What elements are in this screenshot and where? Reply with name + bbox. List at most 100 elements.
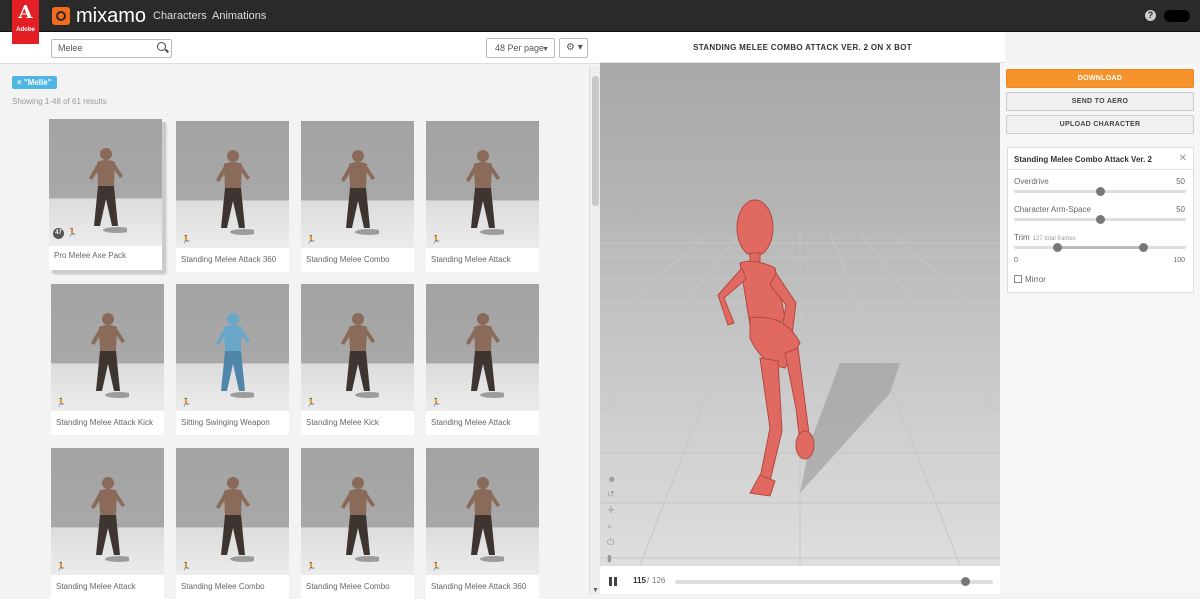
search-input[interactable]: Melee [51,39,172,58]
mixamo-logo[interactable]: mixamo [52,5,146,27]
character-figure [216,477,254,562]
per-page-select[interactable]: 48 Per page ▼ [486,38,555,58]
animation-properties: Standing Melee Combo Attack Ver. 2 ✕ Ove… [1007,147,1194,293]
download-button[interactable]: DOWNLOAD [1006,69,1194,88]
animation-card-label: Sitting Swinging Weapon [181,418,270,427]
nav-characters[interactable]: Characters [153,0,207,32]
send-to-aero-button[interactable]: SEND TO AERO [1006,92,1194,111]
actions-panel: DOWNLOAD SEND TO AERO UPLOAD CHARACTER [1000,63,1200,594]
timeline-handle[interactable] [961,577,971,586]
help-icon[interactable]: ? [1145,10,1156,21]
trim-label: Trim 127 total frames [1014,233,1076,242]
overdrive-handle[interactable] [1096,187,1105,196]
pause-icon[interactable] [609,577,617,586]
animation-thumbnail [51,448,164,575]
adobe-logo[interactable]: A Adobe [12,0,39,44]
animation-thumbnail [49,119,162,246]
3d-viewport[interactable] [600,63,1000,565]
mirror-checkbox[interactable] [1014,275,1022,283]
skeleton-icon[interactable]: ☻ [607,474,619,484]
animation-thumbnail [301,121,414,248]
animation-card-label: Standing Melee Attack [431,418,511,427]
total-frames: 126 [652,576,666,585]
viewer-title: STANDING MELEE COMBO ATTACK VER. 2 ON X … [600,32,1005,63]
pan-icon[interactable]: ✛ [607,505,619,516]
settings-dropdown[interactable]: ⚙ ▾ [559,38,588,58]
current-frame: 115 [633,576,646,585]
animation-card[interactable]: 🏃 Standing Melee Attack [51,448,164,599]
upload-character-button[interactable]: UPLOAD CHARACTER [1006,115,1194,134]
scroll-thumb[interactable] [592,76,599,206]
animation-card-label: Standing Melee Kick [306,418,379,427]
scroll-down-icon[interactable]: ▼ [592,587,599,594]
animation-card[interactable]: 🏃 Sitting Swinging Weapon [176,284,289,435]
adobe-icon: A [18,2,33,23]
results-count: Showing 1-48 of 61 results [12,97,107,106]
animation-card[interactable]: 🏃 Standing Melee Combo [301,448,414,599]
animation-card[interactable]: 🏃 Standing Melee Attack Kick [51,284,164,435]
playback-bar: 115 / 126 [600,565,1000,594]
divider [1008,169,1193,170]
animation-card-label: Standing Melee Combo [306,582,390,591]
per-page-value: 48 Per page [495,43,545,53]
animation-icon: 🏃 [181,562,191,571]
animation-thumbnail [426,448,539,575]
character-figure [91,313,129,398]
animation-icon: 🏃 [306,562,316,571]
character-figure [91,477,129,562]
filter-tag[interactable]: × "Melle" [12,76,57,89]
trim-slider[interactable] [1014,243,1186,252]
search-icon[interactable] [157,42,166,51]
animation-thumbnail [176,448,289,575]
arm-space-value: 50 [1176,205,1185,214]
properties-title: Standing Melee Combo Attack Ver. 2 [1014,155,1152,164]
frame-separator: / [647,576,650,585]
arm-space-slider[interactable] [1014,215,1186,224]
overdrive-slider[interactable] [1014,187,1186,196]
animation-browser: Melee 48 Per page ▼ ⚙ ▾ × "Melle" Showin… [0,32,600,599]
animation-card[interactable]: 🏃 Standing Melee Combo [176,448,289,599]
reset-icon[interactable]: ⏻ [607,537,619,548]
character-figure [466,477,504,562]
animation-icon: 🏃 [306,235,316,244]
nav-animations[interactable]: Animations [212,0,266,32]
avatar[interactable] [1164,10,1190,22]
animation-card[interactable]: 🏃 Standing Melee Combo [301,121,414,272]
animation-thumbnail [176,284,289,411]
animation-icon: 🏃 [181,398,191,407]
character-figure [216,150,254,235]
arm-space-handle[interactable] [1096,215,1105,224]
timeline-slider[interactable] [675,577,993,586]
animation-card[interactable]: 🏃 Standing Melee Attack 360 [176,121,289,272]
animation-icon: 🏃 [181,235,191,244]
viewport-tools: ☻ ↺ ✛ ⌕ ⏻ ▮ [607,474,619,564]
trim-range [1057,246,1143,249]
animation-card[interactable]: 47 🏃 Pro Melee Axe Pack [49,119,162,270]
animation-card[interactable]: 🏃 Standing Melee Kick [301,284,414,435]
character-figure [89,148,127,233]
animation-thumbnail [301,448,414,575]
animation-card-label: Standing Melee Attack Kick [56,418,153,427]
app-name: mixamo [76,5,147,27]
character-figure [341,477,379,562]
animation-card[interactable]: 🏃 Standing Melee Attack [426,284,539,435]
trim-min: 0 [1014,257,1018,264]
rotate-icon[interactable]: ↺ [607,489,619,500]
scrollbar[interactable]: ▼ [589,66,600,594]
arm-space-label: Character Arm-Space [1014,205,1091,214]
character-figure [466,313,504,398]
close-icon[interactable]: ✕ [1179,153,1187,164]
animation-card[interactable]: 🏃 Standing Melee Attack 360 [426,448,539,599]
animation-card[interactable]: 🏃 Standing Melee Attack [426,121,539,272]
trim-end-handle[interactable] [1139,243,1148,252]
animation-icon: 🏃 [56,562,66,571]
top-bar: A Adobe mixamo Characters Animations ? [0,0,1200,44]
animation-icon: 🏃 [431,398,441,407]
zoom-icon[interactable]: ⌕ [607,521,619,532]
animation-card-label: Standing Melee Attack [431,255,511,264]
animation-icon: 🏃 [67,228,77,237]
animation-thumbnail [176,121,289,248]
animation-card-label: Standing Melee Attack [56,582,136,591]
camera-icon[interactable]: ▮ [607,553,619,564]
trim-start-handle[interactable] [1053,243,1062,252]
